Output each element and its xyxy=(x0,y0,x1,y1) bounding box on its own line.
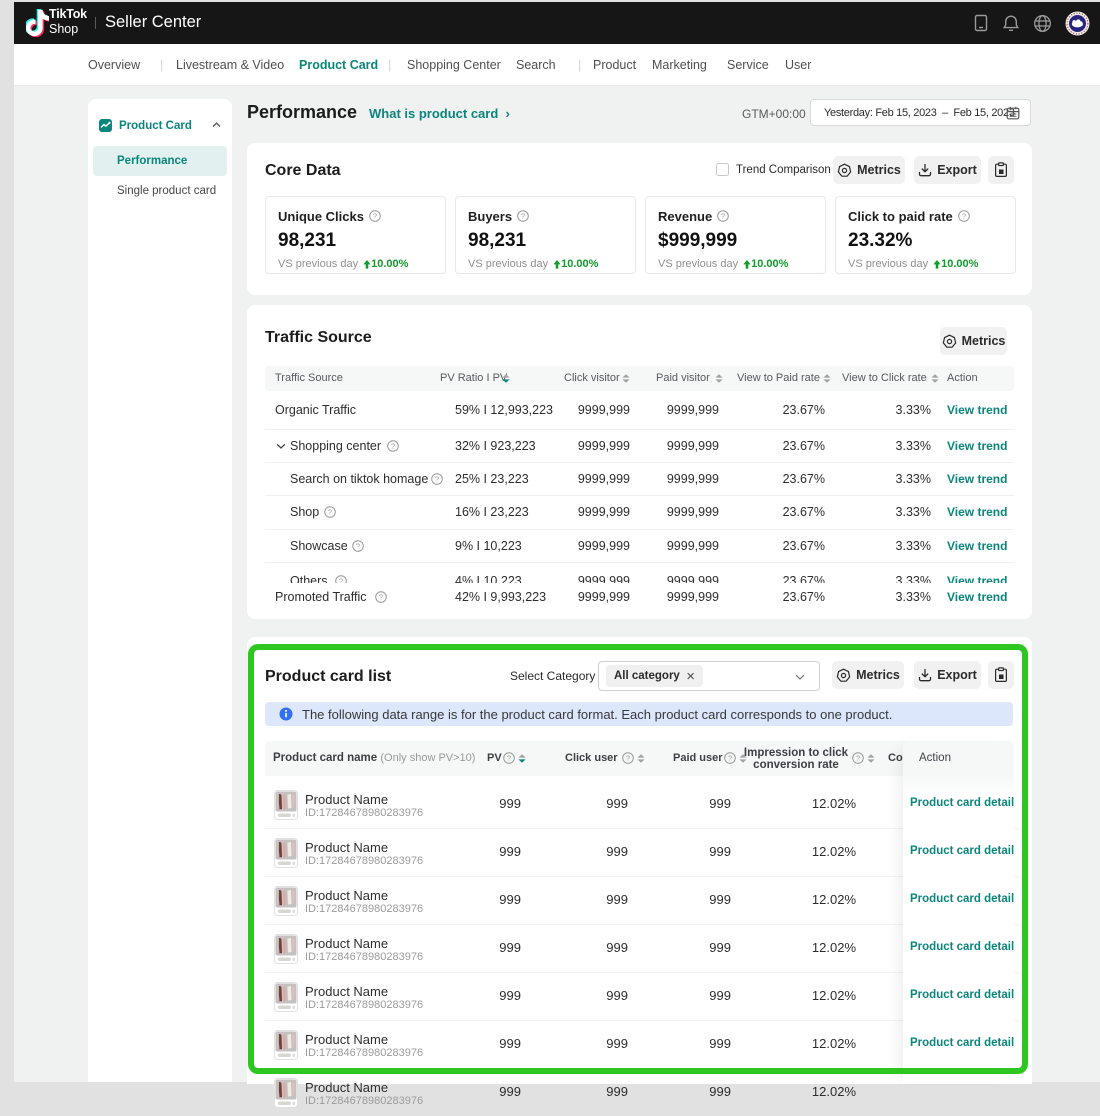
svg-text:?: ? xyxy=(435,475,439,484)
svg-text:?: ? xyxy=(379,593,383,602)
svg-text:?: ? xyxy=(328,508,332,517)
svg-text:?: ? xyxy=(521,212,525,221)
svg-text:?: ? xyxy=(373,212,377,221)
svg-text:?: ? xyxy=(391,442,395,451)
svg-text:?: ? xyxy=(962,212,966,221)
svg-text:?: ? xyxy=(356,542,360,551)
svg-text:?: ? xyxy=(721,212,725,221)
